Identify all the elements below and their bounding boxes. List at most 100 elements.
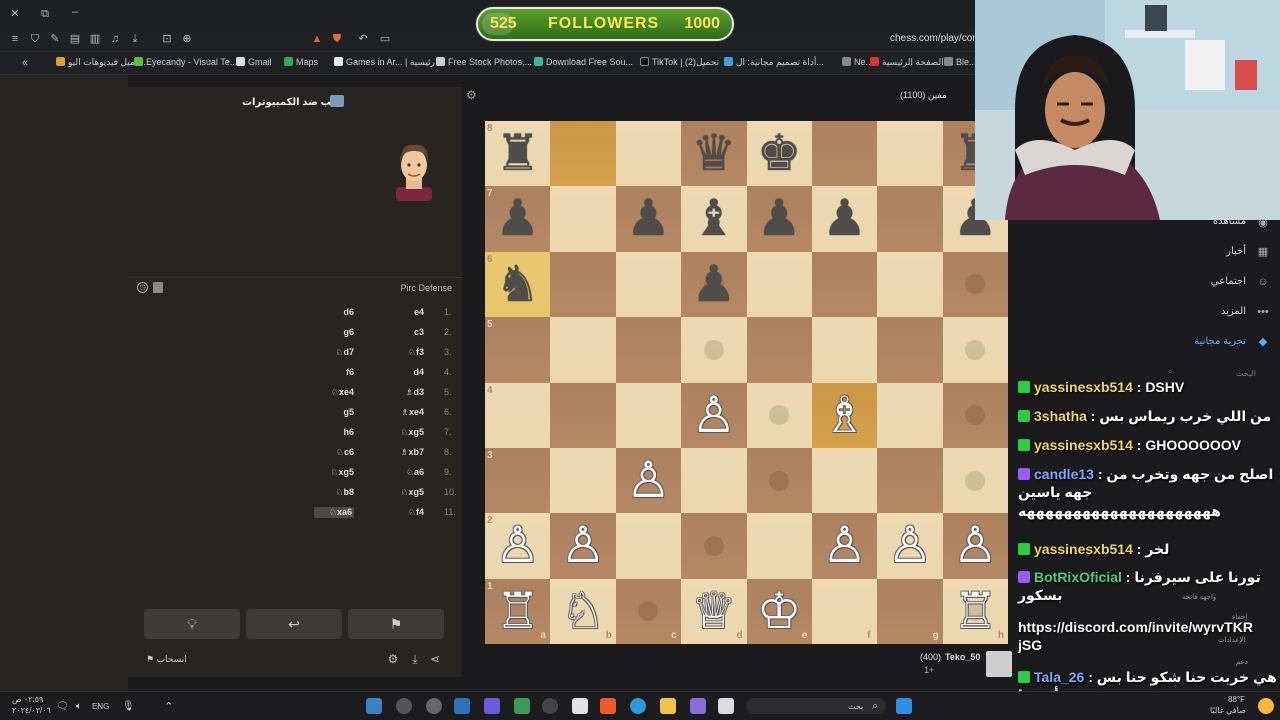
square-g3[interactable] [877,447,943,514]
bookmark-item[interactable]: Gmail [236,57,272,67]
app-icon[interactable] [484,698,500,714]
brave-shield-icon[interactable]: ⛊ [330,32,344,46]
close-icon[interactable]: ✕ [8,7,22,21]
black-move[interactable]: ♘c6 [314,447,354,458]
white-piece[interactable]: ♙ [877,513,942,578]
nav-free-trial[interactable]: تجربة مجانية [1194,336,1246,347]
square-a3[interactable] [485,447,551,514]
bookmark-item[interactable]: Eyecandy - Visual Te... [134,57,237,67]
menu-icon[interactable]: ≡ [8,32,22,46]
chat-username[interactable]: yassinesxb514 [1034,379,1133,395]
white-move[interactable]: ♘xg5 [384,487,424,498]
bookmark-item[interactable]: Maps [284,57,318,67]
move-hint-dot[interactable] [965,470,986,491]
square-g6[interactable] [877,251,943,318]
app-icon[interactable] [572,698,588,714]
white-piece[interactable]: ♙ [550,513,615,578]
black-piece[interactable]: ♝ [681,186,746,251]
theme-toggle-label[interactable]: واجهة فاتحة [1182,593,1216,601]
taskbar-search[interactable] [746,698,886,714]
square-b5[interactable] [550,317,616,383]
mic-icon[interactable]: 🎙︎ [122,701,135,712]
black-piece[interactable]: ♟ [485,186,550,251]
square-c2[interactable] [615,513,682,579]
square-f5[interactable] [811,317,878,383]
black-piece[interactable]: ♟ [812,186,877,251]
bookmark-item[interactable]: TikTok | تحميل(2) [640,57,719,68]
square-f6[interactable] [811,251,878,318]
windows-start-icon[interactable] [896,698,912,714]
shield-icon[interactable]: ⛉ [28,32,42,46]
black-piece[interactable]: ♟ [616,186,681,251]
takeback-button[interactable]: ↩ [246,609,342,639]
white-move[interactable]: ♗xb7 [384,447,424,458]
download-icon[interactable]: ⤓ [128,32,142,46]
white-piece[interactable]: ♗ [812,383,877,448]
download-pgn-icon[interactable]: ⤓ [408,652,422,666]
cast-icon[interactable]: ▭ [378,32,392,46]
white-piece[interactable]: ♙ [485,513,550,578]
black-move[interactable]: ♘xg5 [314,467,354,478]
chat-username[interactable]: yassinesxb514 [1034,541,1133,557]
screenshot-icon[interactable]: ⊡ [160,32,174,46]
black-move[interactable]: f6 [314,367,354,377]
restore-icon[interactable]: ⧉ [38,7,52,21]
black-piece[interactable]: ♟ [681,252,746,317]
black-move[interactable]: d6 [314,307,354,317]
white-piece[interactable]: ♙ [681,383,746,448]
white-piece[interactable]: ♖ [943,579,1008,644]
square-b8[interactable] [550,121,616,187]
nav-watch[interactable]: مشاهدة [1213,216,1246,227]
back-icon[interactable]: ↶ [356,32,370,46]
square-e2[interactable] [746,513,812,579]
black-move[interactable]: ♘d7 [314,347,354,358]
black-piece[interactable]: ♚ [747,121,812,186]
square-c6[interactable] [615,251,682,318]
bookmark-item[interactable]: Free Stock Photos,... [436,57,532,67]
settings-label[interactable]: الإعدادات [1218,636,1245,644]
square-a5[interactable] [485,317,551,383]
settings-icon[interactable]: ⚙ [386,652,400,666]
black-move[interactable]: g6 [314,327,354,337]
square-b7[interactable] [550,186,616,252]
black-piece[interactable]: ♞ [485,252,550,317]
white-move[interactable]: e4 [384,307,424,317]
support-label[interactable]: دعم [1236,658,1248,666]
white-move[interactable]: ♘xg5 [384,427,424,438]
square-c4[interactable] [615,382,682,448]
black-piece[interactable]: ♜ [485,121,550,186]
square-f8[interactable] [811,121,878,187]
app-icon[interactable] [396,698,412,714]
notification-icon[interactable]: 🗨︎ [56,701,69,712]
white-move[interactable]: ♘f4 [384,507,424,518]
brave-icon[interactable] [600,698,616,714]
white-move[interactable]: ♗xe4 [384,407,424,418]
volume-icon[interactable]: 🔈︎ [76,701,82,712]
black-piece[interactable]: ♟ [747,186,812,251]
white-piece[interactable]: ♘ [550,579,615,644]
chevron-left-icon[interactable]: « [18,56,32,70]
square-g8[interactable] [877,121,943,187]
resign-link[interactable]: ⚑ انسحاب [146,654,187,665]
app-icon[interactable] [454,698,470,714]
nav-social[interactable]: اجتماعي [1211,276,1246,287]
extensions-icon[interactable]: ⊕ [180,32,194,46]
square-a4[interactable] [485,382,551,448]
bookmark-item[interactable]: Ne... [842,57,873,67]
white-piece[interactable]: ♔ [747,579,812,644]
square-g7[interactable] [877,186,943,252]
black-move[interactable]: ♘xe4 [314,387,354,398]
app-icon[interactable] [718,698,734,714]
white-piece[interactable]: ♕ [681,579,746,644]
square-b6[interactable] [550,251,616,318]
square-d3[interactable] [681,447,747,514]
white-move[interactable]: ♘f3 [384,347,424,358]
white-move[interactable]: ♗d3 [384,387,424,398]
bookmark-item[interactable]: Download Free Sou... [534,57,633,67]
nav-news[interactable]: أخبار [1226,246,1246,257]
resign-flag-button[interactable]: ⚑ [348,609,444,639]
app-icon[interactable] [426,698,442,714]
square-g5[interactable] [877,317,943,383]
clock-icon[interactable]: ◷ [137,282,148,293]
chat-username[interactable]: 3shatha [1034,408,1087,424]
